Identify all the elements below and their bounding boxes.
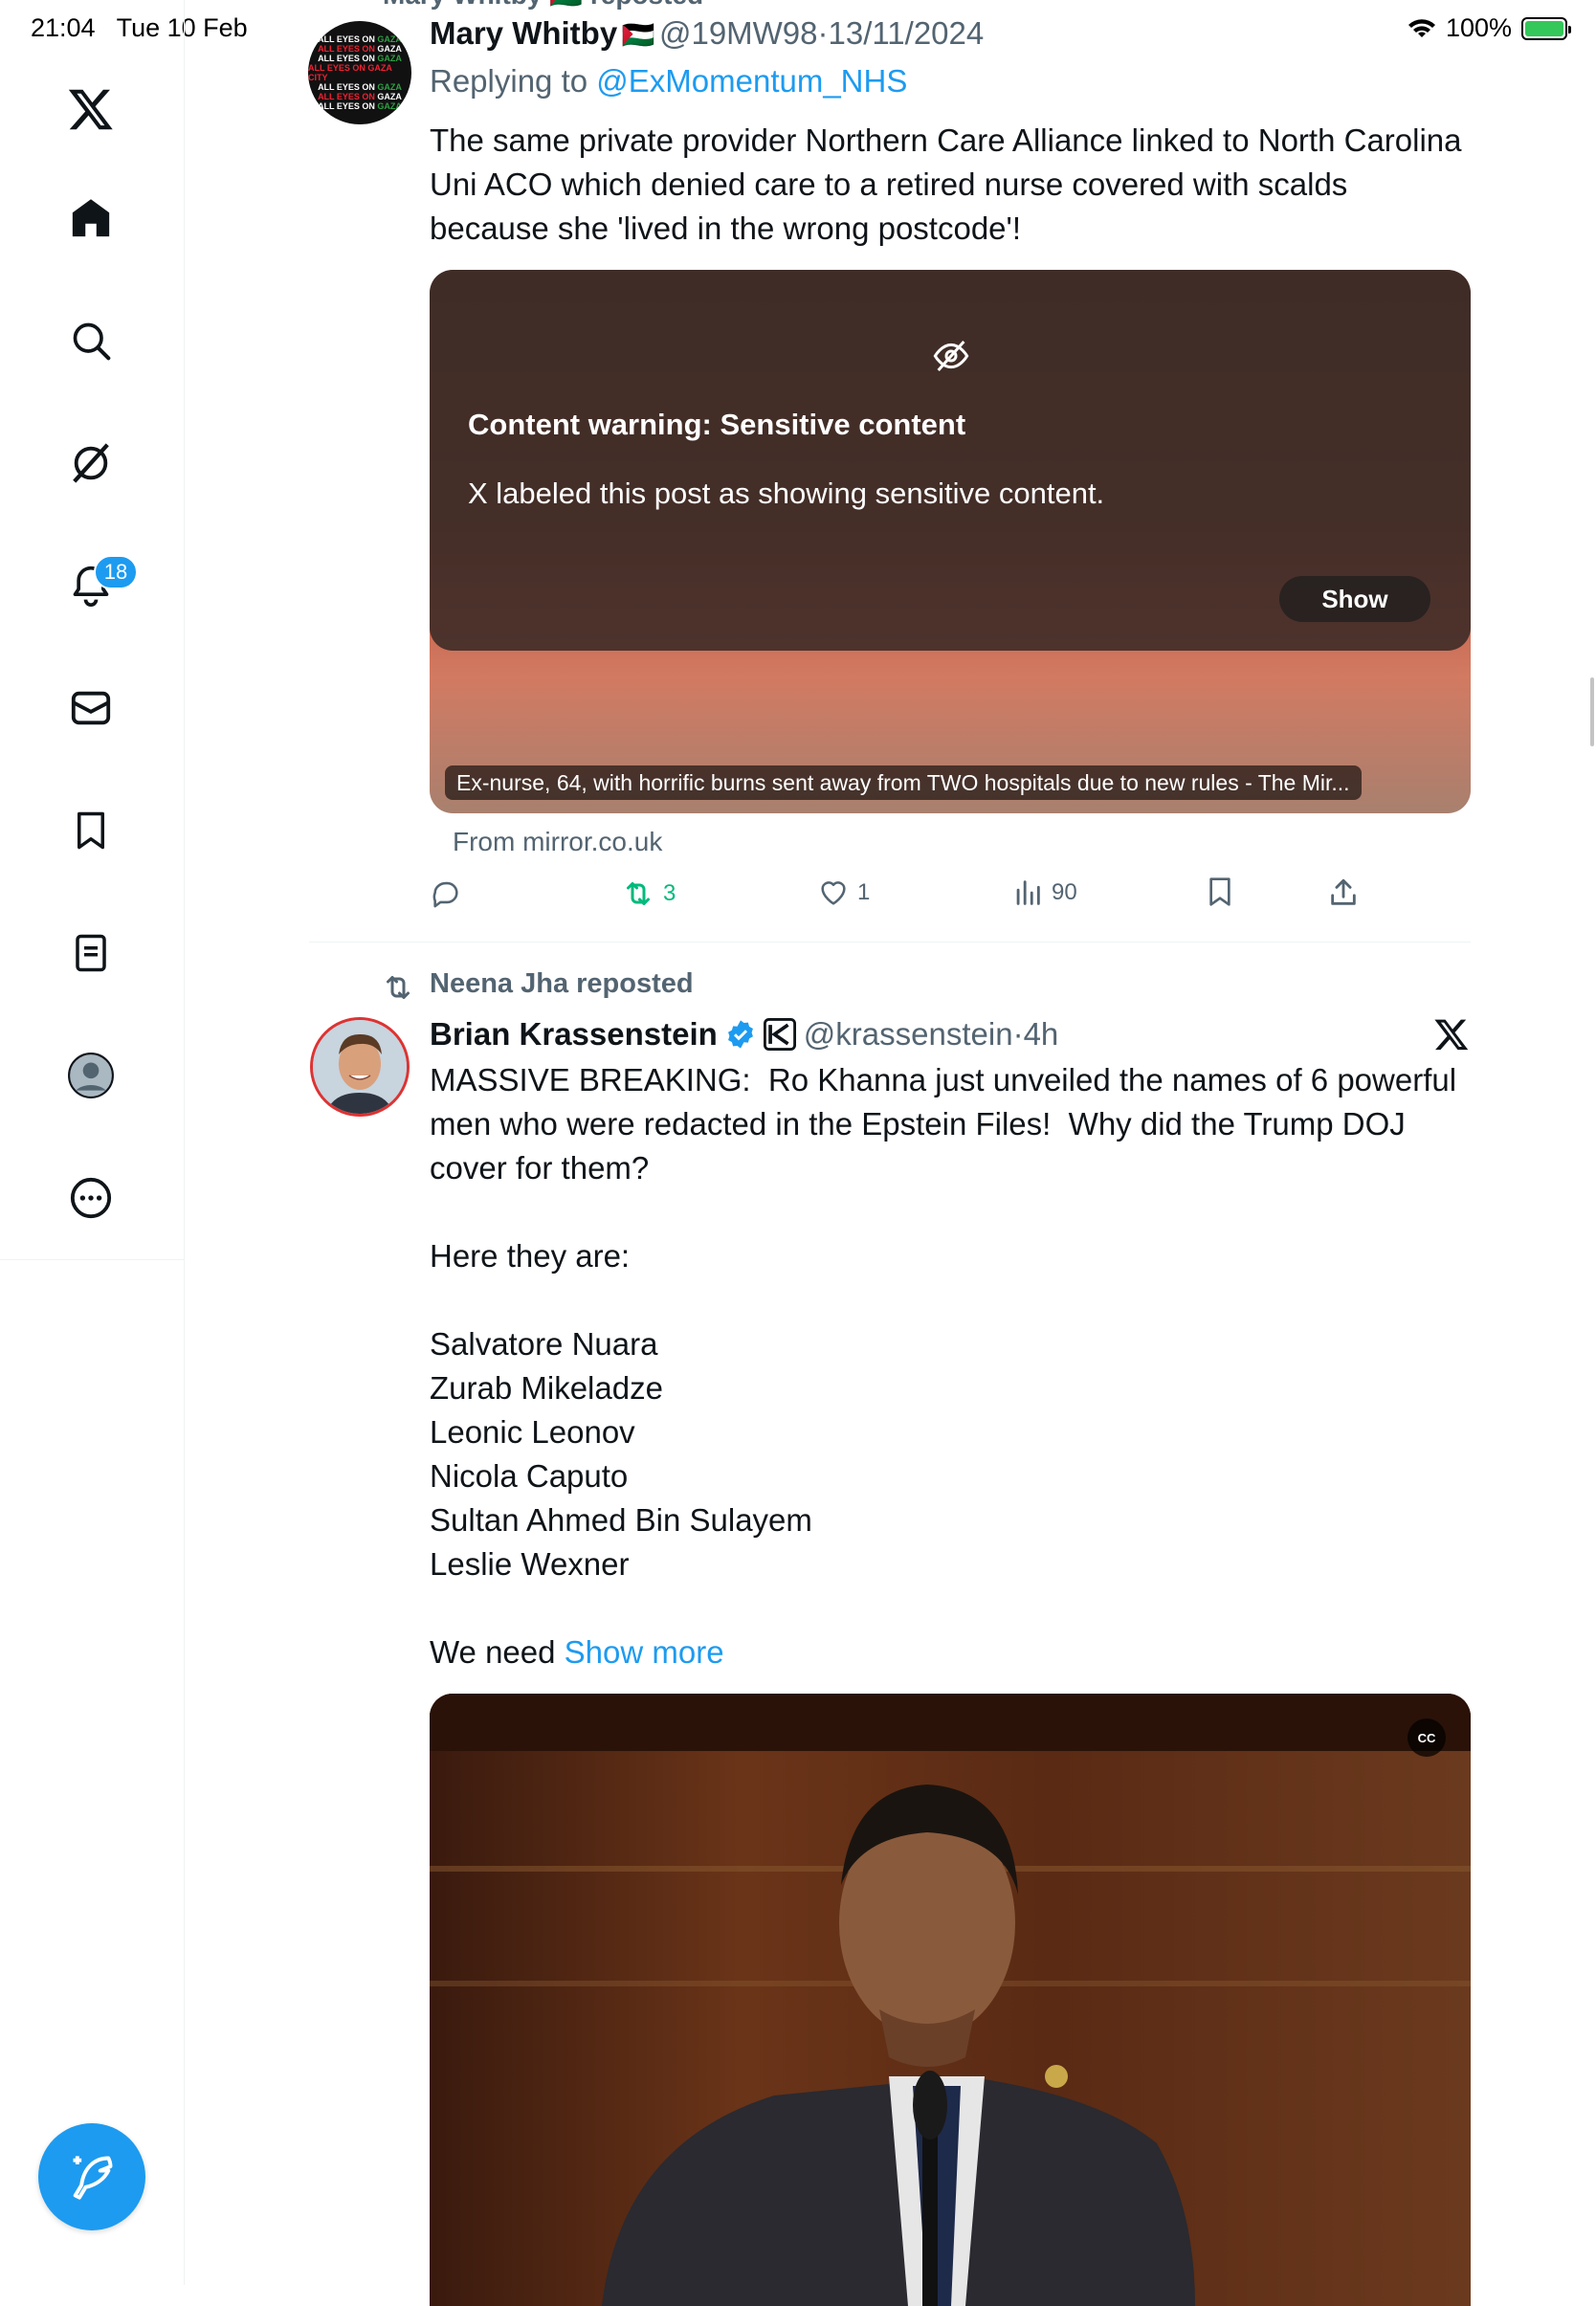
grok-icon[interactable] bbox=[60, 432, 122, 494]
show-button[interactable]: Show bbox=[1279, 576, 1430, 622]
tweet1-header: Mary Whitby 🇵🇸 @19MW98·13/11/2024 bbox=[430, 15, 984, 52]
author-flag: 🇵🇸 bbox=[621, 20, 655, 50]
sensitive-overlay: Content warning: Sensitive content X lab… bbox=[430, 270, 1471, 651]
avatar-text: ALL EYES ON GAZA CITY bbox=[308, 63, 392, 82]
tweet2-body: MASSIVE BREAKING: Ro Khanna just unveile… bbox=[430, 1062, 1457, 1670]
replying-to-label: Replying to bbox=[430, 63, 597, 99]
video-player[interactable]: CC bbox=[430, 1694, 1471, 2306]
tweet-date[interactable]: 13/11/2024 bbox=[829, 15, 985, 51]
profile-icon[interactable] bbox=[60, 1045, 122, 1106]
status-right: 100% bbox=[1408, 13, 1571, 43]
tweet-time[interactable]: 4h bbox=[1024, 1016, 1059, 1052]
views-button[interactable]: 90 bbox=[1011, 876, 1077, 909]
notifications-badge: 18 bbox=[94, 555, 138, 589]
wifi-icon bbox=[1408, 18, 1435, 37]
share-button[interactable] bbox=[1327, 876, 1360, 909]
lists-icon[interactable] bbox=[60, 922, 122, 984]
author-name[interactable]: Brian Krassenstein bbox=[430, 1016, 718, 1053]
author-handle[interactable]: @19MW98 bbox=[659, 15, 818, 51]
avatar-photo bbox=[313, 1020, 407, 1114]
replying-to-handle[interactable]: @ExMomentum_NHS bbox=[596, 63, 907, 99]
bookmark-icon bbox=[1209, 877, 1230, 906]
tweet2-text: MASSIVE BREAKING: Ro Khanna just unveile… bbox=[430, 1058, 1482, 1674]
repost-button[interactable]: 3 bbox=[621, 876, 676, 911]
separator-dot: · bbox=[817, 15, 829, 51]
like-button[interactable]: 1 bbox=[817, 876, 870, 909]
author-name[interactable]: Mary Whitby bbox=[430, 15, 617, 51]
repost-context-2[interactable]: Neena Jha reposted bbox=[430, 968, 694, 1000]
battery-icon bbox=[1521, 16, 1571, 40]
scrollbar[interactable] bbox=[1590, 677, 1594, 746]
bookmarks-icon[interactable] bbox=[60, 800, 122, 861]
repost-context-1: Mary Whitby 🇵🇸 reposted bbox=[383, 0, 703, 11]
link-card[interactable]: Content warning: Sensitive content X lab… bbox=[430, 270, 1471, 813]
tweet2-header: Brian Krassenstein @krassenstein·4h bbox=[430, 1016, 1058, 1053]
warning-title: Content warning: Sensitive content bbox=[468, 408, 966, 441]
x-logo-icon[interactable] bbox=[60, 78, 122, 140]
show-more-link[interactable]: Show more bbox=[565, 1634, 724, 1670]
repost-count: 3 bbox=[663, 880, 676, 906]
compose-button[interactable] bbox=[38, 2123, 145, 2230]
heart-icon bbox=[821, 881, 846, 905]
battery-percent: 100% bbox=[1445, 13, 1512, 42]
link-source[interactable]: From mirror.co.uk bbox=[453, 827, 662, 857]
x-logo-icon bbox=[1434, 1019, 1469, 1051]
author-handle[interactable]: @krassenstein bbox=[804, 1016, 1013, 1052]
captions-button[interactable]: CC bbox=[1408, 1718, 1446, 1757]
repost-context-icon bbox=[387, 976, 410, 999]
bookmark-button[interactable] bbox=[1205, 876, 1235, 907]
more-icon[interactable] bbox=[60, 1167, 122, 1229]
search-icon[interactable] bbox=[60, 310, 122, 371]
share-icon bbox=[1331, 878, 1356, 905]
messages-icon[interactable] bbox=[60, 677, 122, 739]
tweet1-text: The same private provider Northern Care … bbox=[430, 122, 1471, 246]
repost-icon bbox=[627, 882, 650, 905]
sidebar-divider bbox=[0, 1259, 184, 1260]
compose-icon bbox=[73, 2156, 113, 2200]
views-count: 90 bbox=[1052, 879, 1077, 905]
home-icon[interactable] bbox=[60, 188, 122, 249]
warning-text: X labeled this post as showing sensitive… bbox=[468, 477, 1105, 510]
avatar-mary-whitby[interactable]: ALL EYES ON GAZA ALL EYES ON GAZA ALL EY… bbox=[308, 21, 411, 124]
reply-button[interactable] bbox=[430, 876, 462, 909]
replying-to: Replying to @ExMomentum_NHS bbox=[430, 63, 907, 100]
like-count: 1 bbox=[857, 879, 871, 905]
views-icon bbox=[1016, 880, 1040, 905]
affiliate-badge-icon bbox=[763, 1018, 796, 1051]
eye-slash-icon bbox=[933, 341, 969, 371]
verified-badge-icon bbox=[727, 1020, 753, 1049]
avatar-brian-krassenstein[interactable] bbox=[310, 1017, 410, 1117]
video-thumbnail bbox=[430, 1694, 1471, 2306]
link-title: Ex-nurse, 64, with horrific burns sent a… bbox=[445, 765, 1362, 800]
reply-icon bbox=[432, 881, 458, 908]
separator-dot: · bbox=[1012, 1016, 1024, 1052]
